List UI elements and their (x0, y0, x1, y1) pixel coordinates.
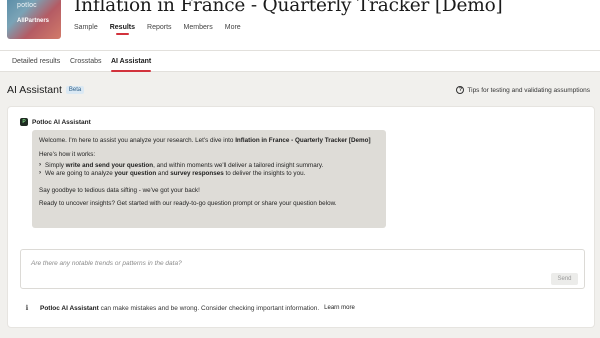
disclaimer-brand: Potloc AI Assistant (40, 304, 99, 312)
results-subtabs: Detailed results Crosstabs AI Assistant (0, 51, 600, 72)
goodbye-text: Say goodbye to tedious data sifting - we… (39, 186, 200, 194)
page-heading: AI Assistant Beta (7, 84, 85, 96)
nav-reports[interactable]: Reports (147, 23, 172, 39)
project-header: potloc AllPartners Inflation in France -… (0, 0, 600, 51)
disclaimer-text: can make mistakes and be wrong. Consider… (98, 304, 320, 312)
nav-more[interactable]: More (225, 23, 241, 39)
welcome-text: Welcome. I'm here to assist you analyze … (39, 137, 379, 145)
tab-ai-assistant[interactable]: AI Assistant (111, 58, 152, 72)
thumbnail-caption: AllPartners (17, 18, 50, 24)
question-input[interactable]: Are there any notable trends or patterns… (20, 249, 585, 289)
step2-mid: and (156, 169, 171, 177)
nav-results[interactable]: Results (110, 23, 135, 39)
potloc-logo: potloc (17, 2, 37, 9)
send-button[interactable]: Send (551, 273, 578, 285)
step-item: Simply write and send your question, and… (39, 161, 379, 170)
question-circle-icon: ? (456, 86, 465, 94)
how-it-works: Here's how it works: (39, 150, 96, 158)
potloc-bot-icon: P (20, 118, 28, 126)
ready-text: Ready to uncover insights? Get started w… (39, 200, 337, 207)
welcome-project: Inflation in France - Quarterly Tracker … (235, 137, 371, 144)
steps-list: Simply write and send your question, and… (39, 161, 379, 178)
ai-disclaimer: ℹ Potloc AI Assistant can make mistakes … (22, 304, 355, 313)
nav-members[interactable]: Members (184, 23, 213, 39)
question-placeholder: Are there any notable trends or patterns… (31, 260, 182, 267)
tips-label: Tips for testing and validating assumpti… (467, 86, 590, 94)
tab-crosstabs[interactable]: Crosstabs (70, 58, 102, 65)
project-nav: Sample Results Reports Members More (74, 23, 253, 39)
step2-pre: We are going to analyze (45, 169, 115, 177)
assistant-panel: P Potloc AI Assistant Welcome. I'm here … (7, 106, 595, 328)
step1-bold: write and send your question (65, 161, 154, 169)
project-thumbnail[interactable]: potloc AllPartners (7, 0, 61, 39)
step1-pre: Simply (45, 161, 66, 169)
assistant-header: P Potloc AI Assistant (20, 118, 91, 126)
step-item: We are going to analyze your question an… (39, 169, 379, 178)
info-icon: ℹ (25, 305, 29, 312)
assistant-message: Welcome. I'm here to assist you analyze … (32, 130, 386, 228)
learn-more-link[interactable]: Learn more (324, 305, 355, 311)
step1-post: , and within moments we'll deliver a tai… (153, 161, 324, 169)
welcome-pre: Welcome. I'm here to assist you analyze … (39, 137, 236, 144)
nav-sample[interactable]: Sample (74, 23, 98, 39)
step2-post: to deliver the insights to you. (223, 169, 306, 177)
assistant-name: Potloc AI Assistant (32, 118, 91, 126)
tips-link[interactable]: ? Tips for testing and validating assump… (456, 86, 590, 94)
step2-bold2: survey responses (170, 169, 224, 177)
project-title: Inflation in France - Quarterly Tracker … (74, 0, 503, 16)
step2-bold1: your question (114, 169, 157, 177)
page-title: AI Assistant (7, 84, 62, 96)
beta-badge: Beta (65, 86, 85, 94)
tab-detailed-results[interactable]: Detailed results (12, 58, 60, 65)
